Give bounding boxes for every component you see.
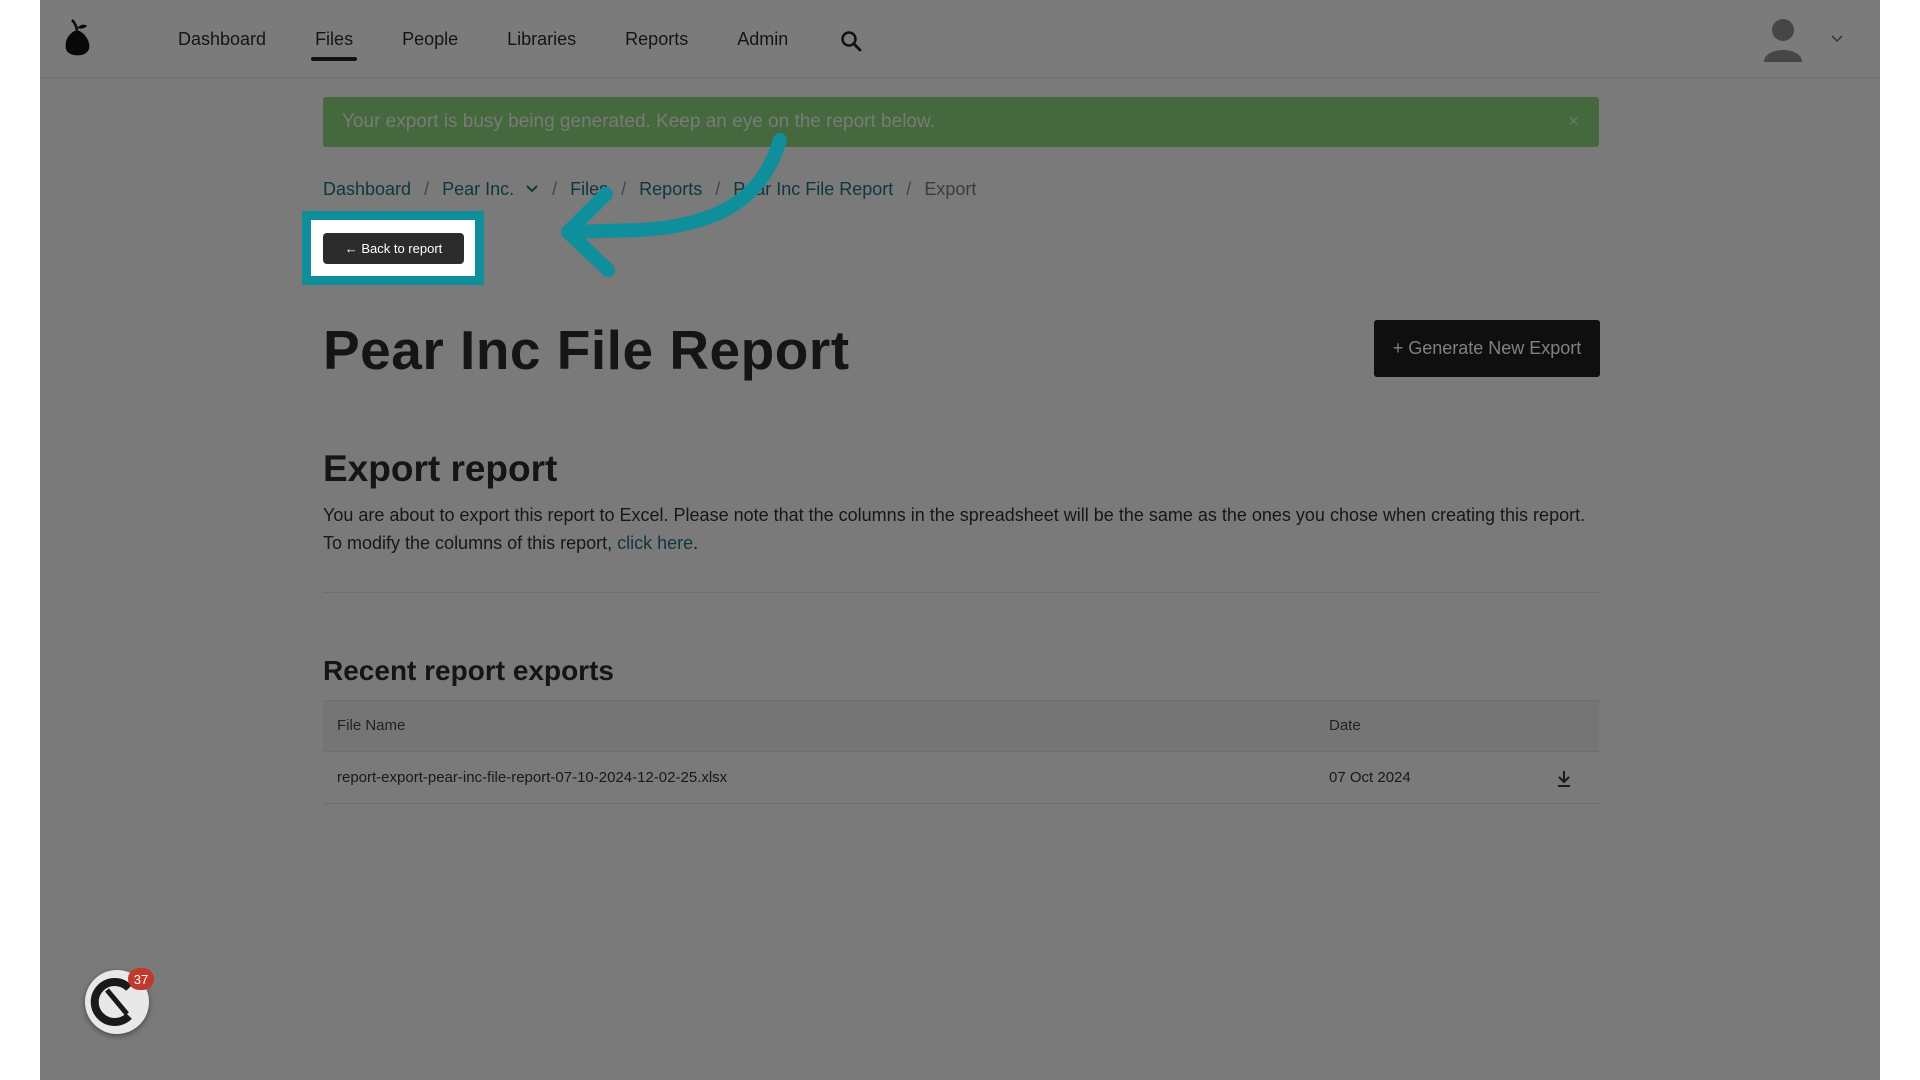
chevron-down-icon[interactable] bbox=[1830, 34, 1844, 44]
nav-libraries[interactable]: Libraries bbox=[507, 0, 576, 78]
export-description: You are about to export this report to E… bbox=[323, 501, 1613, 557]
breadcrumb-dashboard[interactable]: Dashboard bbox=[323, 179, 411, 200]
search-icon[interactable] bbox=[840, 30, 862, 52]
back-to-report-button[interactable]: ← Back to report bbox=[323, 233, 464, 264]
column-date: Date bbox=[1329, 717, 1361, 734]
export-status-alert: Your export is busy being generated. Kee… bbox=[323, 97, 1599, 147]
nav-reports[interactable]: Reports bbox=[625, 0, 688, 78]
description-line-1: You are about to export this report to E… bbox=[323, 505, 1586, 525]
column-file-name: File Name bbox=[337, 717, 406, 734]
download-icon[interactable] bbox=[1556, 770, 1572, 788]
page-title: Pear Inc File Report bbox=[323, 319, 850, 381]
avatar-icon[interactable] bbox=[1762, 16, 1804, 62]
nav-admin[interactable]: Admin bbox=[737, 0, 788, 78]
export-report-heading: Export report bbox=[323, 448, 558, 489]
nav-dashboard[interactable]: Dashboard bbox=[178, 0, 266, 78]
close-icon[interactable]: × bbox=[1568, 111, 1579, 132]
notification-badge: 37 bbox=[128, 968, 154, 990]
modify-columns-link[interactable]: click here bbox=[617, 533, 693, 553]
nav-files[interactable]: Files bbox=[311, 0, 358, 78]
recent-exports-heading: Recent report exports bbox=[323, 655, 614, 686]
breadcrumb-current: Export bbox=[924, 178, 977, 199]
tutorial-arrow-icon bbox=[561, 133, 787, 277]
pear-logo-icon[interactable] bbox=[62, 18, 92, 60]
recent-exports-table: File Name Date report-export-pear-inc-fi… bbox=[323, 700, 1599, 804]
app-frame: Dashboard Files People Libraries Reports… bbox=[40, 0, 1880, 1080]
table-header: File Name Date bbox=[323, 700, 1599, 752]
breadcrumb-separator: / bbox=[906, 178, 912, 199]
generate-new-export-button[interactable]: + Generate New Export bbox=[1374, 320, 1600, 377]
top-navigation-bar: Dashboard Files People Libraries Reports… bbox=[40, 0, 1880, 78]
breadcrumb-organization[interactable]: Pear Inc. bbox=[442, 179, 514, 200]
export-date: 07 Oct 2024 bbox=[1329, 769, 1411, 786]
chevron-down-icon[interactable] bbox=[525, 184, 539, 194]
breadcrumb-separator: / bbox=[424, 178, 430, 199]
main-nav: Dashboard Files People Libraries Reports… bbox=[178, 0, 837, 78]
description-line-2-suffix: . bbox=[693, 533, 699, 553]
export-file-name: report-export-pear-inc-file-report-07-10… bbox=[337, 769, 728, 786]
nav-people[interactable]: People bbox=[402, 0, 458, 78]
description-line-2-prefix: To modify the columns of this report, bbox=[323, 533, 618, 553]
section-divider bbox=[323, 592, 1599, 593]
table-row: report-export-pear-inc-file-report-07-10… bbox=[323, 752, 1599, 804]
